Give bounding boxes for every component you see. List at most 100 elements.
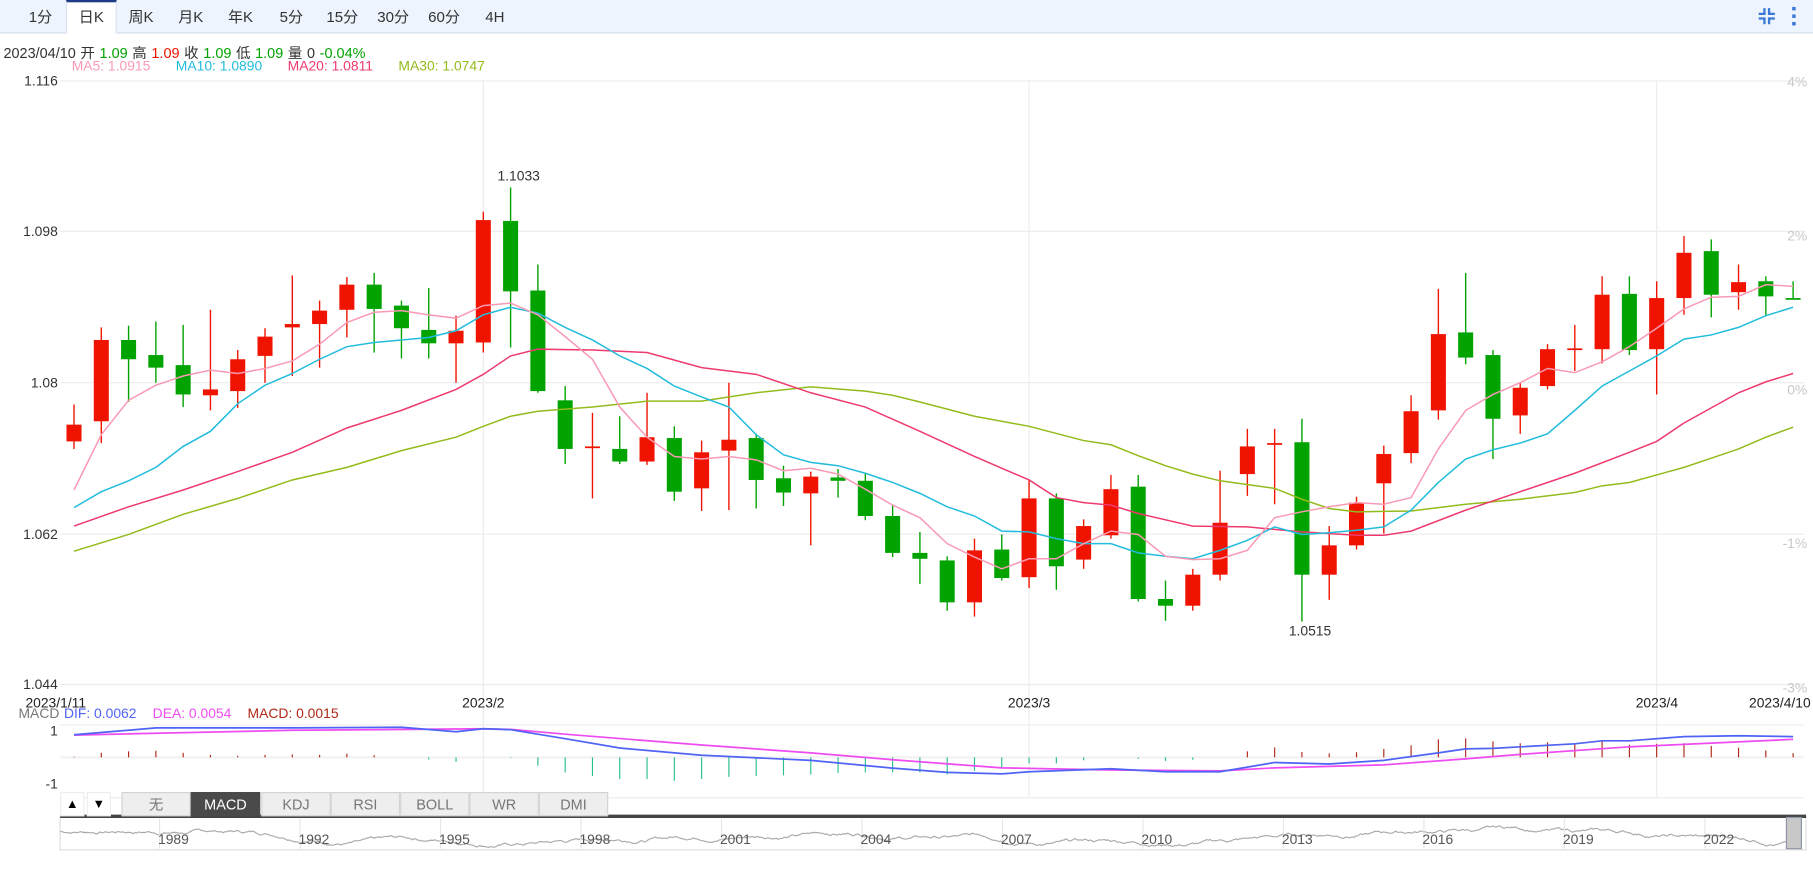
candle-body — [121, 339, 137, 360]
navigator-year-label: 2016 — [1422, 831, 1453, 847]
candle-up — [1376, 445, 1392, 534]
candle-down — [503, 187, 519, 348]
candle-up — [1676, 236, 1692, 315]
dea-line — [73, 727, 1794, 772]
candle-down — [393, 300, 409, 359]
x-label-feb: 2023/2 — [462, 695, 505, 711]
candle-body — [1621, 293, 1637, 351]
kline-chart-widget: 1分 日K 周K 月K 年K 5分 15分 30分 60分 4H 2023/04… — [0, 0, 1813, 889]
candle-up — [1185, 568, 1201, 611]
candle-body — [830, 477, 846, 481]
candle-up — [475, 211, 491, 353]
candle-body — [966, 550, 983, 603]
range-navigator[interactable]: 1989 1992 1995 1998 2001 2004 2007 2010 2013 2016… — [59, 814, 1807, 851]
candle-down — [1785, 281, 1801, 300]
candle-body — [803, 476, 819, 494]
candle-down — [748, 433, 764, 509]
candle-down — [912, 531, 928, 584]
candle-body — [175, 365, 191, 395]
candle-body — [1785, 298, 1801, 300]
ma10-line — [73, 306, 1794, 560]
candle-down — [557, 386, 573, 465]
indicator-tab-rsi[interactable]: RSI — [330, 792, 401, 817]
candle-body — [666, 438, 682, 492]
candle-body — [1239, 446, 1255, 475]
indicator-tab-none[interactable]: 无 — [121, 792, 191, 817]
macd-title: MACD — [18, 705, 60, 722]
candle-body — [1376, 453, 1392, 484]
candle-body — [1758, 281, 1774, 297]
ma30-line — [73, 386, 1794, 552]
candle-down — [148, 321, 164, 383]
x-label-mar: 2023/3 — [1008, 695, 1051, 711]
candle-up — [1021, 479, 1037, 589]
candle-body — [939, 560, 955, 603]
y-tick-1098: 1.098 — [23, 223, 58, 239]
candle-body — [912, 552, 928, 559]
x-label-apr: 2023/4 — [1636, 695, 1679, 711]
candle-body — [1703, 251, 1719, 295]
navigator-year-label: 2007 — [1001, 831, 1032, 847]
candle-body — [694, 452, 710, 489]
indicator-tab-macd[interactable]: MACD — [190, 792, 261, 817]
candle-body — [1348, 502, 1365, 546]
candle-body — [257, 336, 273, 356]
navigator-handle[interactable] — [1785, 816, 1803, 850]
y-tick-1044: 1.044 — [23, 676, 58, 692]
pct-tick-4: 4% — [1787, 74, 1807, 90]
candle-body — [503, 220, 519, 292]
candle-body — [1130, 486, 1146, 599]
candle-body — [284, 324, 300, 328]
candle-up — [1567, 324, 1583, 371]
navigator-year-label: 2022 — [1703, 831, 1734, 847]
navigator-year-label: 2004 — [860, 831, 891, 847]
candle-up — [66, 404, 82, 449]
y-tick-1080: 1.08 — [31, 374, 58, 390]
dea-legend: DEA: 0.0054 — [152, 705, 232, 722]
high-annotation: 1.1033 — [497, 167, 540, 183]
candle-body — [66, 424, 82, 442]
pct-tick-minus1: -1% — [1783, 535, 1808, 551]
candle-down — [1157, 580, 1174, 621]
candle-down — [1048, 493, 1064, 590]
indicator-tab-boll[interactable]: BOLL — [400, 792, 470, 817]
candle-down — [121, 325, 137, 402]
candle-body — [1021, 498, 1037, 578]
navigator-year-label: 2013 — [1282, 831, 1313, 847]
candle-down — [857, 473, 873, 521]
candle-up — [93, 327, 109, 444]
macd-legend: MACD DIF: 0.0062 DEA: 0.0054 MACD: 0.0015 — [19, 705, 355, 721]
navigator-year-label: 1998 — [579, 831, 610, 847]
candle-up — [230, 350, 246, 408]
pct-tick-0: 0% — [1787, 381, 1807, 397]
candle-down — [1294, 418, 1310, 622]
candle-body — [1676, 252, 1692, 299]
candle-body — [1294, 442, 1310, 575]
candle-body — [584, 446, 600, 449]
indicator-tab-kdj[interactable]: KDJ — [261, 792, 331, 817]
candle-body — [1567, 348, 1583, 351]
candle-down — [666, 426, 682, 501]
candle-body — [312, 310, 328, 325]
indicator-tab-dmi[interactable]: DMI — [538, 792, 609, 817]
candle-body — [366, 284, 382, 309]
candle-down — [994, 534, 1010, 581]
candle-down — [1458, 272, 1474, 365]
candle-body — [1103, 489, 1119, 536]
candle-up — [448, 315, 464, 383]
y-tick-1062: 1.062 — [23, 526, 58, 542]
candle-body — [612, 448, 628, 462]
price-chart[interactable]: 1.116 1.098 1.08 1.062 1.044 4% 2% 0% -1… — [0, 0, 1813, 889]
candle-down — [885, 505, 901, 558]
candle-body — [721, 439, 737, 451]
candle-body — [230, 359, 246, 392]
candle-up — [1212, 470, 1228, 581]
candle-down — [175, 324, 191, 408]
candle-body — [1731, 282, 1747, 293]
indicator-tab-wr[interactable]: WR — [469, 792, 539, 817]
candle-body — [339, 284, 355, 310]
candle-body — [1403, 411, 1419, 454]
indicator-up-button[interactable]: ▲ — [60, 792, 85, 817]
indicator-down-button[interactable]: ▼ — [86, 792, 111, 817]
x-label-end: 2023/4/10 — [1749, 695, 1811, 711]
